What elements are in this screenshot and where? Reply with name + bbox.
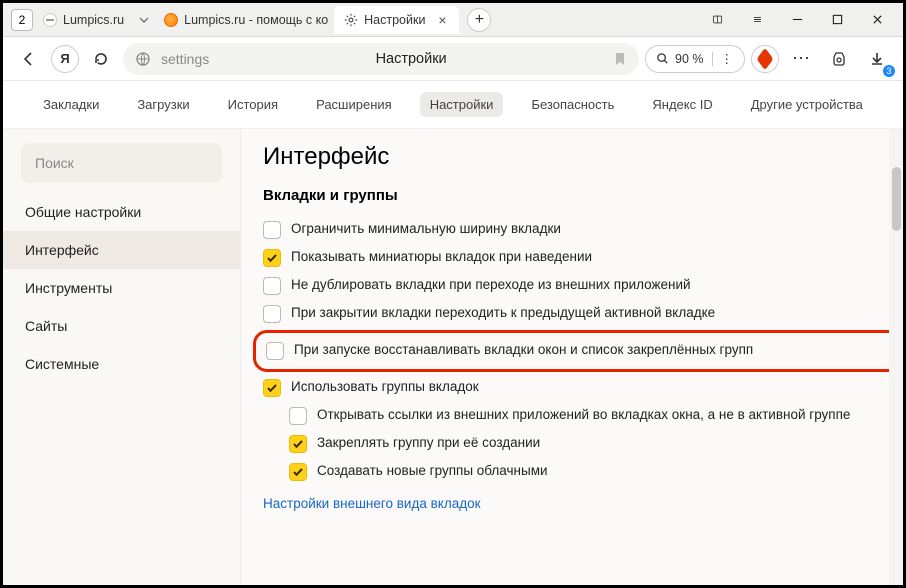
- option-row: При запуске восстанавливать вкладки окон…: [266, 337, 890, 365]
- gear-icon: [344, 13, 358, 27]
- option-label: Ограничить минимальную ширину вкладки: [291, 221, 561, 236]
- close-icon[interactable]: ×: [435, 13, 449, 27]
- sidebar-item[interactable]: Сайты: [3, 307, 240, 345]
- back-button[interactable]: [13, 43, 45, 75]
- tab-bar: 2 Lumpics.ru Lumpics.ru - помощь с ко На…: [3, 3, 903, 37]
- checkbox[interactable]: [289, 407, 307, 425]
- main-area: Поиск Общие настройкиИнтерфейсИнструмент…: [3, 129, 903, 585]
- magnifier-icon: [656, 52, 669, 65]
- window-close-button[interactable]: [857, 5, 897, 35]
- option-row: Создавать новые группы облачными: [263, 458, 895, 486]
- tab-label: Lumpics.ru - помощь с ко: [184, 13, 328, 27]
- downloads-badge: 3: [883, 65, 895, 77]
- sidebar-item[interactable]: Общие настройки: [3, 193, 240, 231]
- settings-sidebar: Поиск Общие настройкиИнтерфейсИнструмент…: [3, 129, 241, 585]
- tab-label: Lumpics.ru: [63, 13, 124, 27]
- option-label: Показывать миниатюры вкладок при наведен…: [291, 249, 592, 264]
- zoom-control[interactable]: 90 % ⋮: [645, 45, 745, 73]
- collections-icon[interactable]: [697, 5, 737, 35]
- page-title: Настройки: [219, 51, 603, 67]
- tab-settings[interactable]: Настройки ×: [334, 6, 459, 34]
- option-row: Ограничить минимальную ширину вкладки: [263, 216, 895, 244]
- tab-dropdown[interactable]: [134, 15, 154, 25]
- sidebar-item[interactable]: Системные: [3, 345, 240, 383]
- topnav-item[interactable]: Настройки: [420, 92, 504, 117]
- sidebar-item[interactable]: Инструменты: [3, 269, 240, 307]
- site-info-icon[interactable]: [135, 51, 151, 67]
- scrollbar-thumb[interactable]: [892, 167, 901, 231]
- extensions-button[interactable]: [823, 43, 855, 75]
- option-label: При запуске восстанавливать вкладки окон…: [294, 342, 753, 357]
- option-row: Открывать ссылки из внешних приложений в…: [263, 402, 895, 430]
- option-label: Создавать новые группы облачными: [317, 463, 548, 478]
- bookmark-icon[interactable]: [613, 52, 627, 66]
- topnav-item[interactable]: Закладки: [33, 92, 109, 117]
- yandex-home-button[interactable]: Я: [51, 45, 79, 73]
- new-tab-button[interactable]: +: [467, 8, 491, 32]
- zoom-value: 90 %: [675, 52, 704, 66]
- protect-button[interactable]: [751, 45, 779, 73]
- address-bar: Я settings Настройки 90 % ⋮ ⋯ 3: [3, 37, 903, 81]
- option-row: Показывать миниатюры вкладок при наведен…: [263, 244, 895, 272]
- checkbox[interactable]: [289, 463, 307, 481]
- content-heading: Интерфейс: [263, 143, 895, 171]
- sidebar-items: Общие настройкиИнтерфейсИнструментыСайты…: [3, 193, 240, 383]
- tab-counter[interactable]: 2: [11, 9, 33, 31]
- option-label: Закреплять группу при её создании: [317, 435, 540, 450]
- checkbox[interactable]: [263, 277, 281, 295]
- shield-icon: [756, 47, 773, 70]
- section-heading: Вкладки и группы: [263, 187, 895, 204]
- window-maximize-button[interactable]: [817, 5, 857, 35]
- topnav-item[interactable]: Другие устройства: [741, 92, 873, 117]
- zoom-menu-icon[interactable]: ⋮: [721, 51, 735, 66]
- topnav-item[interactable]: Безопасность: [521, 92, 624, 117]
- window-minimize-button[interactable]: [777, 5, 817, 35]
- option-label: Не дублировать вкладки при переходе из в…: [291, 277, 691, 292]
- topnav-item[interactable]: Загрузки: [127, 92, 199, 117]
- checkbox[interactable]: [263, 305, 281, 323]
- option-row: Использовать группы вкладок: [263, 374, 895, 402]
- address-field[interactable]: settings Настройки: [123, 43, 639, 75]
- option-label: При закрытии вкладки переходить к предыд…: [291, 305, 715, 320]
- reload-button[interactable]: [85, 43, 117, 75]
- topnav-item[interactable]: История: [218, 92, 288, 117]
- tabs-appearance-link[interactable]: Настройки внешнего вида вкладок: [263, 496, 481, 511]
- tab-lumpics-help[interactable]: Lumpics.ru - помощь с ко: [154, 6, 334, 34]
- option-row: Не дублировать вкладки при переходе из в…: [263, 272, 895, 300]
- favicon-orange-icon: [164, 13, 178, 27]
- settings-content: Интерфейс Вкладки и группы Ограничить ми…: [241, 129, 903, 585]
- sidebar-search[interactable]: Поиск: [21, 143, 222, 183]
- checkbox[interactable]: [263, 221, 281, 239]
- topnav-item[interactable]: Яндекс ID: [642, 92, 722, 117]
- option-row: Закреплять группу при её создании: [263, 430, 895, 458]
- checkbox[interactable]: [266, 342, 284, 360]
- sidebar-item[interactable]: Интерфейс: [3, 231, 240, 269]
- topnav-item[interactable]: Расширения: [306, 92, 402, 117]
- favicon-generic-icon: [43, 13, 57, 27]
- checkbox[interactable]: [263, 249, 281, 267]
- option-label: Открывать ссылки из внешних приложений в…: [317, 407, 850, 422]
- downloads-button[interactable]: 3: [861, 43, 893, 75]
- more-button[interactable]: ⋯: [785, 43, 817, 75]
- settings-top-nav: Закладки Загрузки История Расширения Настрой…: [3, 81, 903, 129]
- tab-lumpics[interactable]: Lumpics.ru: [33, 6, 134, 34]
- option-row: При закрытии вкладки переходить к предыд…: [263, 300, 895, 328]
- option-label: Использовать группы вкладок: [291, 379, 479, 394]
- tab-label: Настройки: [364, 13, 425, 27]
- url-text: settings: [161, 51, 209, 67]
- search-placeholder: Поиск: [35, 155, 74, 171]
- checkbox[interactable]: [289, 435, 307, 453]
- scrollbar[interactable]: [889, 129, 903, 585]
- checkbox[interactable]: [263, 379, 281, 397]
- window-menu-button[interactable]: [737, 5, 777, 35]
